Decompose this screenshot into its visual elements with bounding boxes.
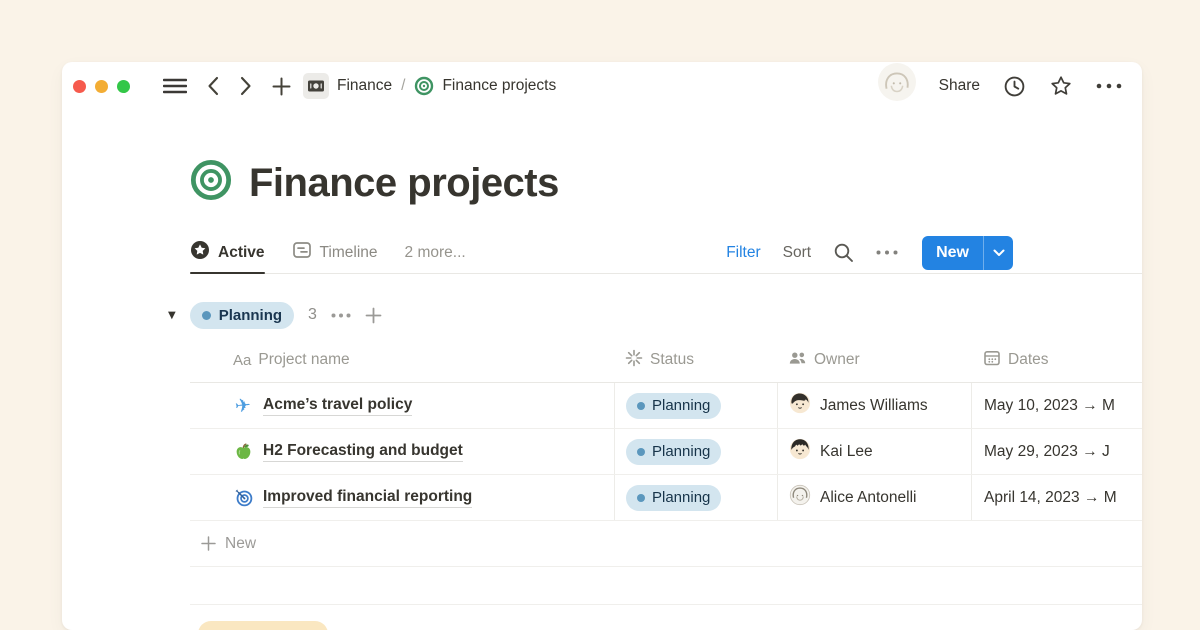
view-controls: Filter Sort New (726, 236, 1013, 270)
clock-icon[interactable] (1003, 75, 1026, 98)
new-row-button[interactable]: New (190, 521, 1142, 567)
view-tabbar: Active Timeline 2 more... Filter Sort (190, 232, 1142, 274)
group-status-badge[interactable]: Planning (190, 302, 294, 329)
project-name-cell[interactable]: H2 Forecasting and budget (190, 429, 614, 474)
collaborator-avatar[interactable] (878, 63, 916, 106)
project-name-cell[interactable]: ✈ Acme’s travel policy (190, 383, 614, 428)
view-tabs: Active Timeline 2 more... (190, 232, 466, 273)
owner-cell[interactable]: James Williams (777, 383, 971, 428)
green-target-icon (414, 76, 434, 96)
new-button-dropdown[interactable] (983, 236, 1013, 270)
status-dot (202, 311, 211, 320)
new-page-icon[interactable] (272, 77, 291, 96)
column-header-status[interactable]: Status (614, 338, 777, 382)
search-icon[interactable] (833, 242, 854, 263)
owner-cell[interactable]: Kai Lee (777, 429, 971, 474)
plus-icon (201, 536, 216, 551)
table-row: ✈ Acme’s travel policy Planning James Wi… (190, 383, 1142, 429)
table-header-row: Aa Project name Status Owner (190, 338, 1142, 383)
star-icon[interactable] (1049, 74, 1073, 98)
owner-cell[interactable]: Alice Antonelli (777, 475, 971, 520)
sort-button[interactable]: Sort (783, 244, 811, 262)
desktop-background: Finance / Finance projects Share (0, 0, 1200, 630)
column-header-owner[interactable]: Owner (777, 338, 971, 382)
more-views[interactable]: 2 more... (405, 244, 466, 262)
window-topbar: Finance / Finance projects Share (62, 62, 1142, 110)
group-count: 3 (308, 306, 317, 324)
close-window-button[interactable] (73, 80, 86, 93)
page-header: Finance projects (190, 159, 559, 206)
forward-icon[interactable] (239, 76, 253, 96)
dates-cell[interactable]: April 14, 2023 → M (971, 475, 1142, 520)
topbar-right: Share (878, 65, 1122, 108)
status-property-icon (625, 349, 643, 372)
hamburger-menu-icon[interactable] (163, 78, 187, 94)
tab-timeline[interactable]: Timeline (292, 232, 378, 273)
minimize-window-button[interactable] (95, 80, 108, 93)
group-add-icon[interactable] (365, 307, 382, 324)
zoom-window-button[interactable] (117, 80, 130, 93)
more-icon[interactable] (1096, 83, 1122, 89)
people-property-icon (788, 349, 807, 372)
filter-button[interactable]: Filter (726, 244, 760, 262)
group-collapse-toggle[interactable]: ▼ (168, 310, 176, 321)
nav-icons (163, 76, 291, 96)
breadcrumb-page[interactable]: Finance projects (442, 77, 556, 95)
view-more-icon[interactable] (876, 250, 898, 255)
table-row: Improved financial reporting Planning Al… (190, 475, 1142, 521)
starred-view-icon (190, 240, 210, 265)
chevron-down-icon (993, 249, 1005, 257)
status-cell[interactable]: Planning (614, 475, 777, 520)
app-window: Finance / Finance projects Share (62, 62, 1142, 630)
window-controls (73, 80, 130, 93)
status-dot (637, 494, 645, 502)
project-name-cell[interactable]: Improved financial reporting (190, 475, 614, 520)
section-divider (190, 604, 1142, 605)
status-dot (637, 448, 645, 456)
avatar (789, 484, 811, 511)
calendar-property-icon (983, 349, 1001, 372)
status-cell[interactable]: Planning (614, 383, 777, 428)
share-button[interactable]: Share (939, 77, 980, 95)
timeline-view-icon (292, 240, 312, 265)
breadcrumb-workspace[interactable]: Finance (337, 77, 392, 95)
group-more-icon[interactable] (331, 313, 351, 318)
table-row: H2 Forecasting and budget Planning Kai L… (190, 429, 1142, 475)
blue-target-icon (233, 488, 253, 507)
text-property-icon: Aa (233, 352, 251, 369)
status-cell[interactable]: Planning (614, 429, 777, 474)
page-title: Finance projects (249, 160, 559, 206)
next-group-badge-partial[interactable] (198, 621, 328, 630)
new-button-label[interactable]: New (922, 236, 983, 270)
column-header-name[interactable]: Aa Project name (190, 338, 614, 382)
status-dot (637, 402, 645, 410)
breadcrumb: Finance / Finance projects (303, 73, 556, 99)
dates-cell[interactable]: May 29, 2023 → J (971, 429, 1142, 474)
tab-active[interactable]: Active (190, 232, 265, 273)
projects-table: Aa Project name Status Owner (190, 338, 1142, 567)
column-header-dates[interactable]: Dates (971, 338, 1142, 382)
back-icon[interactable] (206, 76, 220, 96)
status-badge: Planning (626, 439, 721, 465)
status-badge: Planning (626, 485, 721, 511)
group-header: ▼ Planning 3 (168, 301, 382, 329)
avatar (789, 438, 811, 465)
green-apple-icon (233, 442, 253, 461)
status-badge: Planning (626, 393, 721, 419)
page-target-icon[interactable] (190, 159, 232, 206)
airplane-icon: ✈ (233, 395, 253, 417)
banknote-icon[interactable] (303, 73, 329, 99)
avatar (789, 392, 811, 419)
new-button[interactable]: New (922, 236, 1013, 270)
breadcrumb-separator: / (400, 77, 406, 95)
dates-cell[interactable]: May 10, 2023 → M (971, 383, 1142, 428)
